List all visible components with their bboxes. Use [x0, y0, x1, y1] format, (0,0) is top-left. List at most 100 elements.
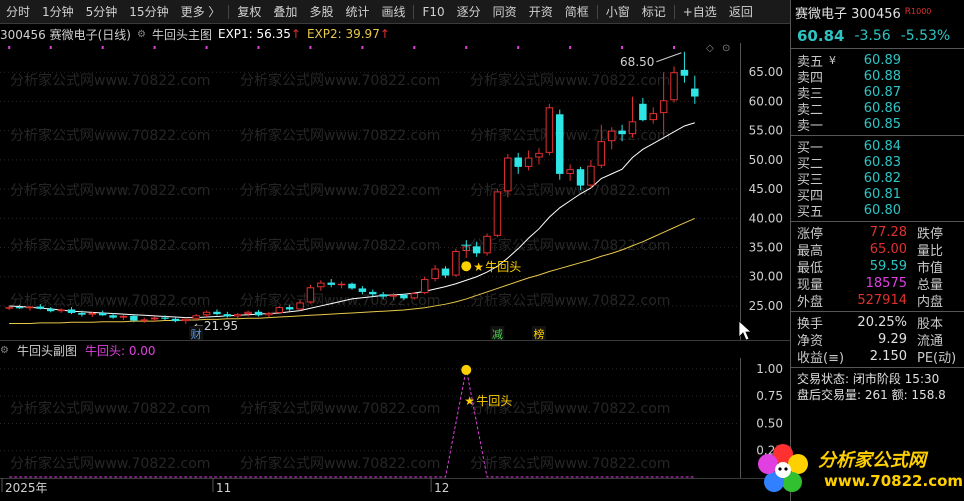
watermark-text: 分析家公式网www.70822.com — [10, 182, 210, 199]
price-row: 60.84 -3.56 -5.53% — [791, 24, 964, 48]
order-price: 60.82 — [863, 170, 901, 186]
watermark-text: 分析家公式网www.70822.com — [10, 72, 210, 89]
candle-body — [130, 315, 138, 321]
price-tick-label: 40.00 — [749, 211, 783, 225]
candle-body — [348, 283, 356, 289]
toolbar-item-1[interactable]: 1分钟 — [36, 0, 80, 24]
money-bag-icon — [461, 364, 472, 375]
candle-body — [36, 306, 45, 309]
toolbar-item-15[interactable]: 小窗 — [600, 0, 636, 24]
stat-value: 18575 — [865, 276, 907, 291]
candle-body — [514, 157, 522, 167]
signal-tick — [569, 46, 572, 49]
candle-body — [628, 121, 637, 135]
toolbar-item-8[interactable]: 统计 — [339, 0, 375, 24]
indicator-settings-icon[interactable]: ⚙ — [137, 29, 146, 40]
money-bag-icon — [461, 261, 472, 272]
order-price: 60.84 — [863, 138, 901, 154]
flower-logo-icon — [758, 444, 808, 492]
high-price-label: 68.50 — [620, 55, 654, 69]
watermark-text: 分析家公式网www.70822.com — [240, 72, 440, 89]
toolbar-item-10[interactable]: F10 — [416, 0, 450, 24]
candle-body — [202, 311, 211, 316]
candle-body — [452, 251, 460, 276]
price-tick-label: 60.00 — [749, 94, 783, 108]
toolbar-item-7[interactable]: 多股 — [303, 0, 339, 24]
toolbar-item-5[interactable]: 复权 — [231, 0, 267, 24]
toolbar-item-18[interactable]: 返回 — [723, 0, 759, 24]
signal-tick — [465, 46, 468, 49]
time-label: 12 — [434, 481, 449, 495]
sub-settings-icon[interactable]: ⚙ — [0, 345, 9, 356]
watermark-text: 分析家公式网www.70822.com — [240, 292, 440, 309]
candle-body — [358, 288, 367, 292]
indicator-name[interactable]: 牛回头主图 — [152, 26, 212, 43]
last-price: 60.84 — [797, 27, 845, 45]
order-book-row[interactable]: 卖五 60.89 ¥ — [791, 52, 964, 70]
candle-body — [389, 294, 398, 297]
watermark-text: 分析家公式网www.70822.com — [470, 292, 670, 309]
exp1-arrow-icon: ↑ — [290, 27, 301, 41]
candle-body — [493, 191, 502, 236]
toolbar-item-13[interactable]: 开资 — [523, 0, 559, 24]
sub-chart-header: ⚙ 牛回头副图 牛回头: 0.00 — [0, 342, 740, 358]
watermark-text: 分析家公式网www.70822.com — [240, 455, 440, 472]
sub-tick-label: 1.00 — [756, 362, 783, 376]
candle-body — [566, 169, 574, 174]
toolbar-item-9[interactable]: 画线 — [375, 0, 411, 24]
logo-text: 分析家公式网 — [818, 450, 926, 471]
exp2-arrow-icon: ↑ — [379, 27, 390, 41]
toolbar-item-14[interactable]: 简框 — [559, 0, 595, 24]
high-pointer-line — [656, 52, 682, 63]
candle-body — [254, 311, 263, 316]
candle-body — [161, 317, 169, 319]
candle-body — [223, 314, 232, 317]
diamond-icon: ◇ — [706, 43, 714, 54]
toolbar-item-12[interactable]: 同资 — [487, 0, 523, 24]
signal-tick — [205, 46, 208, 49]
candle-body — [400, 294, 408, 299]
sub-chart[interactable]: 1.000.750.500.25分析家公式网www.70822.com 分析家公式… — [0, 358, 790, 478]
candle-body — [607, 130, 616, 142]
price-tick-label: 35.00 — [749, 241, 783, 255]
toolbar-item-0[interactable]: 分时 — [0, 0, 36, 24]
candle-body — [233, 314, 242, 317]
logo-url: www.70822.com — [824, 472, 964, 490]
star-icon: ★ — [473, 260, 484, 274]
candle-body — [670, 72, 678, 101]
order-price: 60.81 — [863, 186, 901, 202]
candle-body — [182, 318, 190, 322]
watermark-text: 分析家公式网www.70822.com — [470, 455, 670, 472]
order-book-row[interactable]: 卖一 60.85 — [791, 116, 964, 134]
stat-value: 20.25% — [857, 315, 907, 330]
toolbar-item-2[interactable]: 5分钟 — [80, 0, 124, 24]
signal-tick — [153, 46, 156, 49]
toolbar-item-16[interactable]: 标记 — [636, 0, 672, 24]
order-book-row[interactable]: 买五 60.80 — [791, 202, 964, 220]
watermark-text: 分析家公式网www.70822.com — [10, 455, 210, 472]
toolbar-item-3[interactable]: 15分钟 — [123, 0, 174, 24]
toolbar-item-17[interactable]: +自选 — [677, 0, 723, 24]
sub-tick-label: 0.75 — [756, 389, 783, 403]
circle-icon: ⊙ — [722, 43, 730, 54]
candle-body — [5, 307, 13, 309]
candle-body — [431, 268, 439, 280]
candle-body — [639, 103, 647, 121]
order-price: 60.86 — [863, 100, 901, 116]
buy-signal-label: 牛回头 — [485, 259, 521, 274]
main-chart[interactable]: 65.00 60.00 55.00 50.00 45.00 40.00 35.00 30.00… — [0, 43, 790, 341]
order-price: 60.89 — [863, 52, 901, 68]
sub-indicator-name[interactable]: 牛回头副图 — [17, 342, 77, 359]
toolbar-item-4[interactable]: 更多 〉 — [175, 0, 227, 24]
toolbar-item-6[interactable]: 叠加 — [267, 0, 303, 24]
divider — [791, 367, 964, 368]
candle-body — [472, 246, 481, 254]
sub-signal-label: 牛回头 — [476, 393, 512, 408]
candle-body — [483, 235, 491, 254]
signal-tick — [309, 46, 312, 49]
stat-label: 外盘 — [797, 295, 824, 310]
signal-tick — [101, 46, 104, 49]
watermark-text: 分析家公式网www.70822.com — [240, 127, 440, 144]
watermark-text: 分析家公式网www.70822.com — [10, 237, 210, 254]
toolbar-item-11[interactable]: 逐分 — [451, 0, 487, 24]
